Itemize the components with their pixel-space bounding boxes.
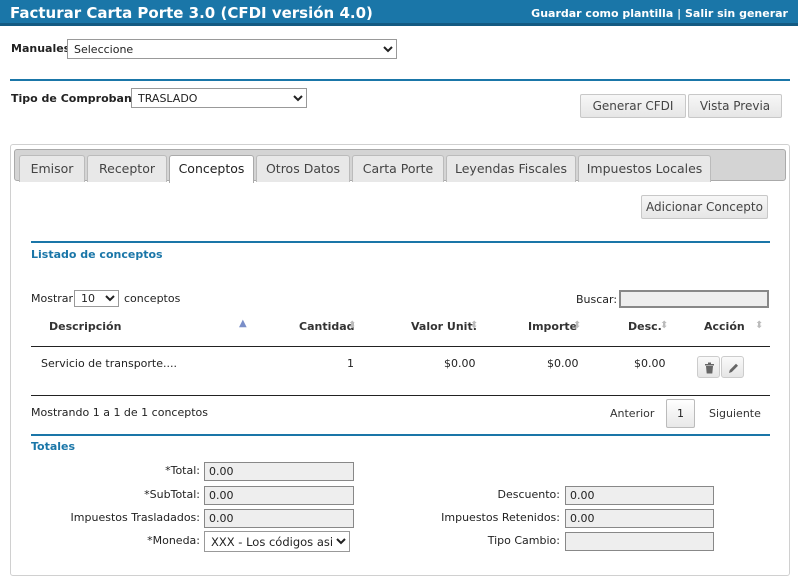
tab-conceptos[interactable]: Conceptos [169, 155, 254, 183]
total-field[interactable] [204, 462, 354, 481]
sort-arrows-icon[interactable]: ⬍ [470, 320, 478, 331]
descuento-label: Descuento: [497, 488, 560, 501]
sort-arrows-icon[interactable]: ⬍ [660, 320, 668, 331]
totals-divider [31, 434, 770, 436]
preview-button[interactable]: Vista Previa [688, 94, 782, 118]
tipo-cambio-field[interactable] [565, 532, 714, 551]
add-concept-button[interactable]: Adicionar Concepto [641, 195, 768, 219]
totals-title: Totales [31, 440, 76, 453]
trasladados-label: Impuestos Trasladados: [70, 511, 200, 524]
col-descripcion[interactable]: Descripción [49, 320, 121, 333]
tab-otros-datos[interactable]: Otros Datos [256, 155, 350, 182]
divider [10, 79, 790, 81]
sort-arrow-up-icon[interactable]: ▲ [239, 318, 247, 329]
show-suffix: conceptos [124, 292, 181, 305]
col-desc[interactable]: Desc. [628, 320, 662, 333]
col-cantidad[interactable]: Cantidad [299, 320, 355, 333]
save-template-link[interactable]: Guardar como plantilla [531, 7, 673, 20]
cell-descripcion: Servicio de transporte.... [41, 357, 177, 370]
show-label: Mostrar [31, 292, 74, 305]
header-links: Guardar como plantilla | Salir sin gener… [531, 7, 788, 20]
generate-cfdi-button[interactable]: Generar CFDI [580, 94, 686, 118]
table-info: Mostrando 1 a 1 de 1 conceptos [31, 406, 208, 419]
exit-link[interactable]: Salir sin generar [685, 7, 788, 20]
col-valor-unit[interactable]: Valor Unit. [411, 320, 477, 333]
subtotal-label: *SubTotal: [144, 488, 200, 501]
page-title: Facturar Carta Porte 3.0 (CFDI versión 4… [10, 4, 373, 22]
title-bar: Facturar Carta Porte 3.0 (CFDI versión 4… [0, 0, 798, 26]
tab-receptor[interactable]: Receptor [87, 155, 167, 182]
retenidos-label: Impuestos Retenidos: [441, 511, 560, 524]
cell-valor-unit: $0.00 [444, 357, 476, 370]
cell-importe: $0.00 [547, 357, 579, 370]
cell-cantidad: 1 [347, 357, 354, 370]
tipo-cambio-label: Tipo Cambio: [487, 534, 560, 547]
search-input[interactable] [619, 290, 769, 308]
pencil-icon [729, 363, 738, 373]
moneda-select[interactable]: XXX - Los códigos asig [204, 531, 350, 552]
trash-icon [705, 362, 714, 374]
list-title: Listado de conceptos [31, 248, 163, 261]
page-size-select[interactable]: 10 [74, 290, 119, 307]
tab-carta-porte[interactable]: Carta Porte [352, 155, 444, 182]
total-label: *Total: [165, 464, 200, 477]
moneda-label: *Moneda: [147, 534, 200, 547]
list-divider [31, 241, 770, 243]
page-1-button[interactable]: 1 [666, 399, 695, 428]
subtotal-field[interactable] [204, 486, 354, 505]
tab-impuestos-locales[interactable]: Impuestos Locales [578, 155, 711, 182]
prev-page-button[interactable]: Anterior [610, 407, 654, 420]
col-accion[interactable]: Acción [704, 320, 745, 333]
edit-button[interactable] [721, 356, 744, 378]
table-header-border [31, 346, 770, 347]
search-label: Buscar: [576, 293, 618, 306]
sort-arrows-icon[interactable]: ⬍ [573, 320, 581, 331]
retenidos-field[interactable] [565, 509, 714, 528]
tab-leyendas-fiscales[interactable]: Leyendas Fiscales [446, 155, 576, 182]
cell-desc: $0.00 [634, 357, 666, 370]
sort-arrows-icon[interactable]: ⬍ [755, 320, 763, 331]
descuento-field[interactable] [565, 486, 714, 505]
manuales-select[interactable]: Seleccione [67, 39, 397, 59]
delete-button[interactable] [697, 356, 720, 378]
sort-arrows-icon[interactable]: ⬍ [348, 320, 356, 331]
manuales-label: Manuales: [11, 42, 75, 55]
col-importe[interactable]: Importe [528, 320, 577, 333]
tab-bar: Emisor Receptor Conceptos Otros Datos Ca… [14, 149, 786, 183]
next-page-button[interactable]: Siguiente [709, 407, 761, 420]
table-bottom-border [31, 395, 770, 396]
tab-emisor[interactable]: Emisor [19, 155, 85, 182]
comprobante-label: Tipo de Comprobante: [11, 92, 149, 105]
trasladados-field[interactable] [204, 509, 354, 528]
header-separator: | [677, 7, 682, 20]
comprobante-select[interactable]: TRASLADO [131, 88, 307, 108]
